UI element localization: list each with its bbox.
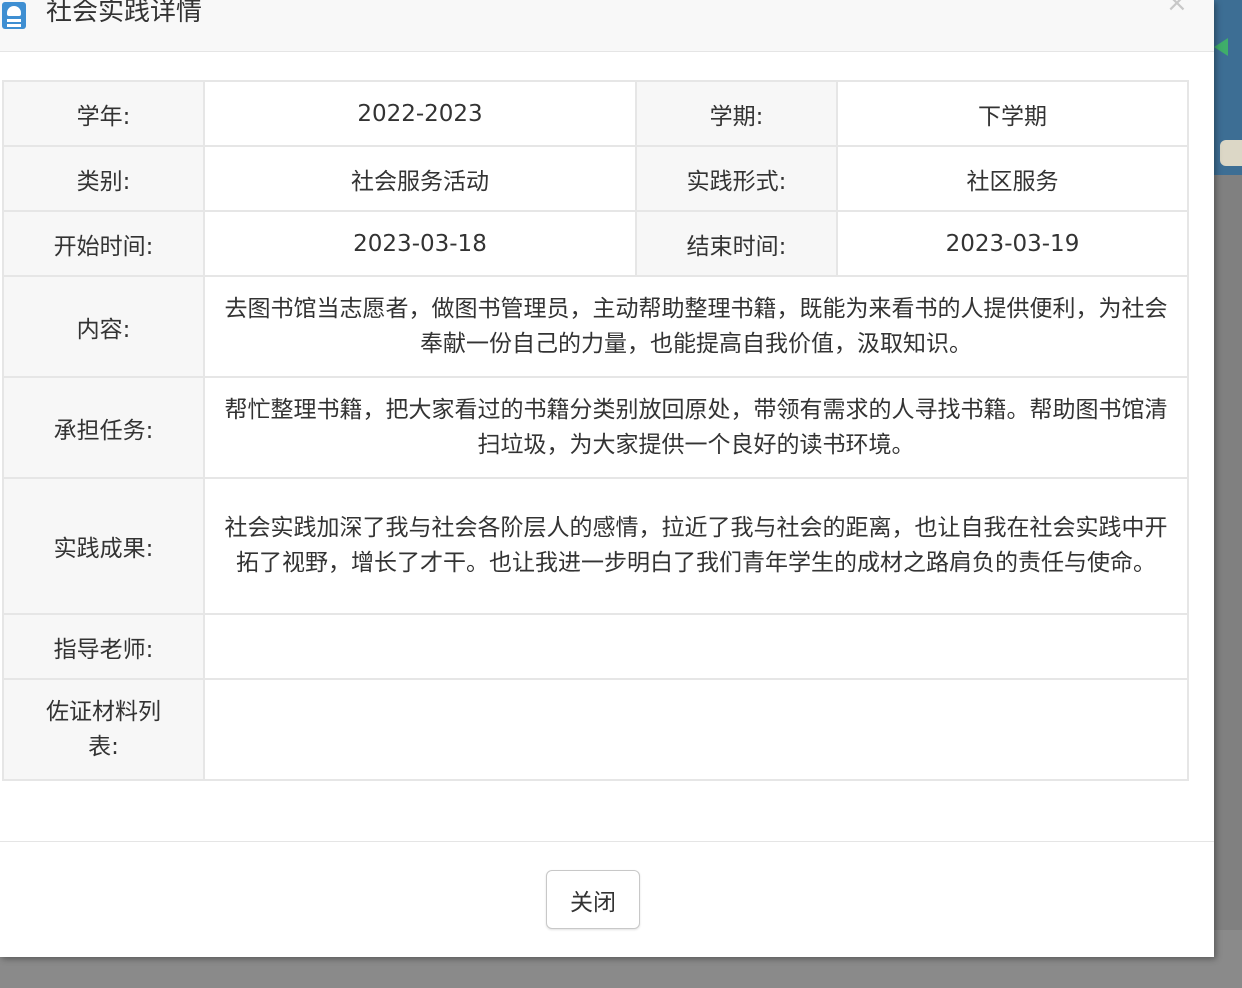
- content-label: 内容:: [2, 275, 205, 378]
- content-value: 去图书馆当志愿者，做图书管理员，主动帮助整理书籍，既能为来看书的人提供便利，为社…: [203, 275, 1189, 378]
- detail-table: 学年: 2022-2023 学期: 下学期 类别: 社会服务活动 实践形式: 社…: [2, 80, 1189, 781]
- practice-form-value: 社区服务: [836, 145, 1189, 212]
- row-teacher: 指导老师:: [2, 613, 1189, 680]
- row-content: 内容: 去图书馆当志愿者，做图书管理员，主动帮助整理书籍，既能为来看书的人提供便…: [2, 275, 1189, 378]
- category-label: 类别:: [2, 145, 205, 212]
- row-evidence: 佐证材料列表:: [2, 678, 1189, 781]
- row-category-form: 类别: 社会服务活动 实践形式: 社区服务: [2, 145, 1189, 212]
- close-button[interactable]: 关闭: [546, 870, 640, 929]
- practice-detail-dialog: 社会实践详情 × 学年: 2022-2023 学期: 下学期 类别: 社会服务活…: [0, 0, 1214, 957]
- row-year-semester: 学年: 2022-2023 学期: 下学期: [2, 80, 1189, 147]
- tasks-value: 帮忙整理书籍，把大家看过的书籍分类别放回原处，带领有需求的人寻找书籍。帮助图书馆…: [203, 376, 1189, 479]
- category-value: 社会服务活动: [203, 145, 637, 212]
- semester-label: 学期:: [635, 80, 838, 147]
- tasks-label: 承担任务:: [2, 376, 205, 479]
- teacher-label: 指导老师:: [2, 613, 205, 680]
- dialog-footer: 关闭: [0, 841, 1214, 958]
- dialog-header: 社会实践详情 ×: [0, 0, 1214, 52]
- end-time-value: 2023-03-19: [836, 210, 1189, 277]
- background-page-edge: [1214, 0, 1242, 175]
- results-label: 实践成果:: [2, 477, 205, 615]
- school-year-value: 2022-2023: [203, 80, 637, 147]
- document-icon: [2, 2, 26, 29]
- row-results: 实践成果: 社会实践加深了我与社会各阶层人的感情，拉近了我与社会的距离，也让自我…: [2, 477, 1189, 615]
- evidence-list: [203, 678, 1189, 781]
- background-arrow-icon: [1214, 38, 1228, 56]
- start-time-value: 2023-03-18: [203, 210, 637, 277]
- background-decoration: [1220, 140, 1242, 166]
- background-overlay: [1214, 175, 1242, 930]
- teacher-value: [203, 613, 1189, 680]
- school-year-label: 学年:: [2, 80, 205, 147]
- row-tasks: 承担任务: 帮忙整理书籍，把大家看过的书籍分类别放回原处，带领有需求的人寻找书籍…: [2, 376, 1189, 479]
- row-start-end: 开始时间: 2023-03-18 结束时间: 2023-03-19: [2, 210, 1189, 277]
- start-time-label: 开始时间:: [2, 210, 205, 277]
- results-value: 社会实践加深了我与社会各阶层人的感情，拉近了我与社会的距离，也让自我在社会实践中…: [203, 477, 1189, 615]
- end-time-label: 结束时间:: [635, 210, 838, 277]
- evidence-label: 佐证材料列表:: [2, 678, 205, 781]
- semester-value: 下学期: [836, 80, 1189, 147]
- practice-form-label: 实践形式:: [635, 145, 838, 212]
- close-icon[interactable]: ×: [1166, 0, 1188, 18]
- dialog-title: 社会实践详情: [46, 0, 203, 27]
